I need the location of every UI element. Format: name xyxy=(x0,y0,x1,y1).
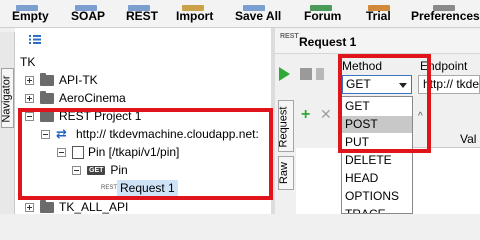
preferences-icon xyxy=(433,5,455,11)
play-icon[interactable] xyxy=(279,67,290,81)
main-toolbar: Empty SOAP REST Import Save All Forum Tr… xyxy=(0,0,480,28)
collapse-icon[interactable] xyxy=(25,111,34,121)
method-option-delete[interactable]: DELETE xyxy=(342,152,412,169)
tab-request[interactable]: Request xyxy=(277,100,294,152)
add-param-icon[interactable]: + xyxy=(301,106,310,124)
endpoint-arrows-icon: ⇄ xyxy=(56,126,67,141)
rest-request-icon: REST xyxy=(101,185,118,191)
stop-icon[interactable] xyxy=(300,68,312,80)
save-all-button[interactable]: Save All xyxy=(235,5,281,23)
method-option-head[interactable]: HEAD xyxy=(342,170,412,187)
method-option-options[interactable]: OPTIONS xyxy=(342,188,412,205)
preferences-button[interactable]: Preferences xyxy=(411,5,480,23)
forum-button[interactable]: Forum xyxy=(304,5,341,23)
method-select[interactable]: GET xyxy=(342,75,412,94)
tree-item-aerocinema[interactable]: AeroCinema xyxy=(25,89,126,107)
tree-item-endpoint[interactable]: ⇄ http:// tkdevmachine.cloudapp.net: xyxy=(41,125,259,143)
rest-request-icon: REST xyxy=(280,33,299,40)
empty-icon xyxy=(16,5,38,11)
resource-icon xyxy=(72,142,85,159)
forum-icon xyxy=(310,5,332,11)
list-view-icon[interactable] xyxy=(29,35,41,44)
tree-item-request-1[interactable]: REST Request 1 xyxy=(101,179,178,197)
tab-raw[interactable]: Raw xyxy=(278,156,294,190)
method-dropdown-list: GET POST PUT DELETE HEAD OPTIONS TRACE xyxy=(341,96,413,214)
tree-item-pin-resource[interactable]: Pin [/tkapi/v1/pin] xyxy=(57,142,179,161)
rest-button[interactable]: REST xyxy=(126,5,158,23)
tree-item-tk-all-api[interactable]: TK_ALL_API xyxy=(25,198,128,216)
endpoint-input[interactable]: http:// tkde xyxy=(418,75,480,94)
method-option-put[interactable]: PUT xyxy=(342,134,412,151)
workspace-root[interactable]: TK xyxy=(20,55,35,69)
rest-icon xyxy=(128,5,150,11)
navigator-panel: TK API-TK AeroCinema REST Project 1 ⇄ ht… xyxy=(15,28,271,214)
trial-button[interactable]: Trial xyxy=(366,5,391,23)
import-icon xyxy=(182,5,204,11)
folder-icon xyxy=(40,72,54,86)
tree-item-rest-project-1[interactable]: REST Project 1 xyxy=(25,107,141,125)
expand-icon[interactable] xyxy=(25,202,34,212)
method-option-post[interactable]: POST xyxy=(342,116,412,133)
navigator-tab-strip: Navigator xyxy=(0,32,15,214)
folder-icon xyxy=(40,90,54,104)
expand-icon[interactable] xyxy=(25,75,34,85)
collapse-icon[interactable] xyxy=(41,129,50,139)
endpoint-label: Endpoint xyxy=(420,59,468,73)
import-button[interactable]: Import xyxy=(176,5,213,23)
soap-icon xyxy=(75,5,97,11)
expand-icon[interactable] xyxy=(25,93,34,103)
toolbar-extra-icon[interactable] xyxy=(316,68,324,80)
method-option-trace[interactable]: TRACE xyxy=(342,206,412,213)
method-option-get[interactable]: GET xyxy=(342,98,412,115)
empty-button[interactable]: Empty xyxy=(12,5,49,23)
request-title: Request 1 xyxy=(299,35,357,49)
method-label: Method xyxy=(342,59,383,73)
trial-icon xyxy=(368,5,390,11)
get-method-icon: GET xyxy=(87,165,106,175)
dropdown-arrow-icon xyxy=(399,83,407,88)
collapse-icon[interactable] xyxy=(72,165,81,175)
save-all-icon xyxy=(243,5,265,11)
navigator-tab[interactable]: Navigator xyxy=(1,68,14,128)
panel-splitter[interactable] xyxy=(271,28,275,214)
chevron-up-icon[interactable]: ^ xyxy=(418,111,423,122)
request-editor-header: REST Request 1 xyxy=(275,30,480,54)
tree-item-api-tk[interactable]: API-TK xyxy=(25,71,98,89)
soap-button[interactable]: SOAP xyxy=(71,5,105,23)
value-column-header: Val xyxy=(460,132,477,146)
remove-param-icon[interactable]: ✕ xyxy=(320,106,332,123)
collapse-icon[interactable] xyxy=(57,147,66,157)
request-side-tabs: Request Raw xyxy=(277,100,294,214)
folder-icon xyxy=(40,108,54,122)
folder-icon xyxy=(40,199,54,213)
tree-item-pin-method[interactable]: GET Pin xyxy=(72,161,128,179)
